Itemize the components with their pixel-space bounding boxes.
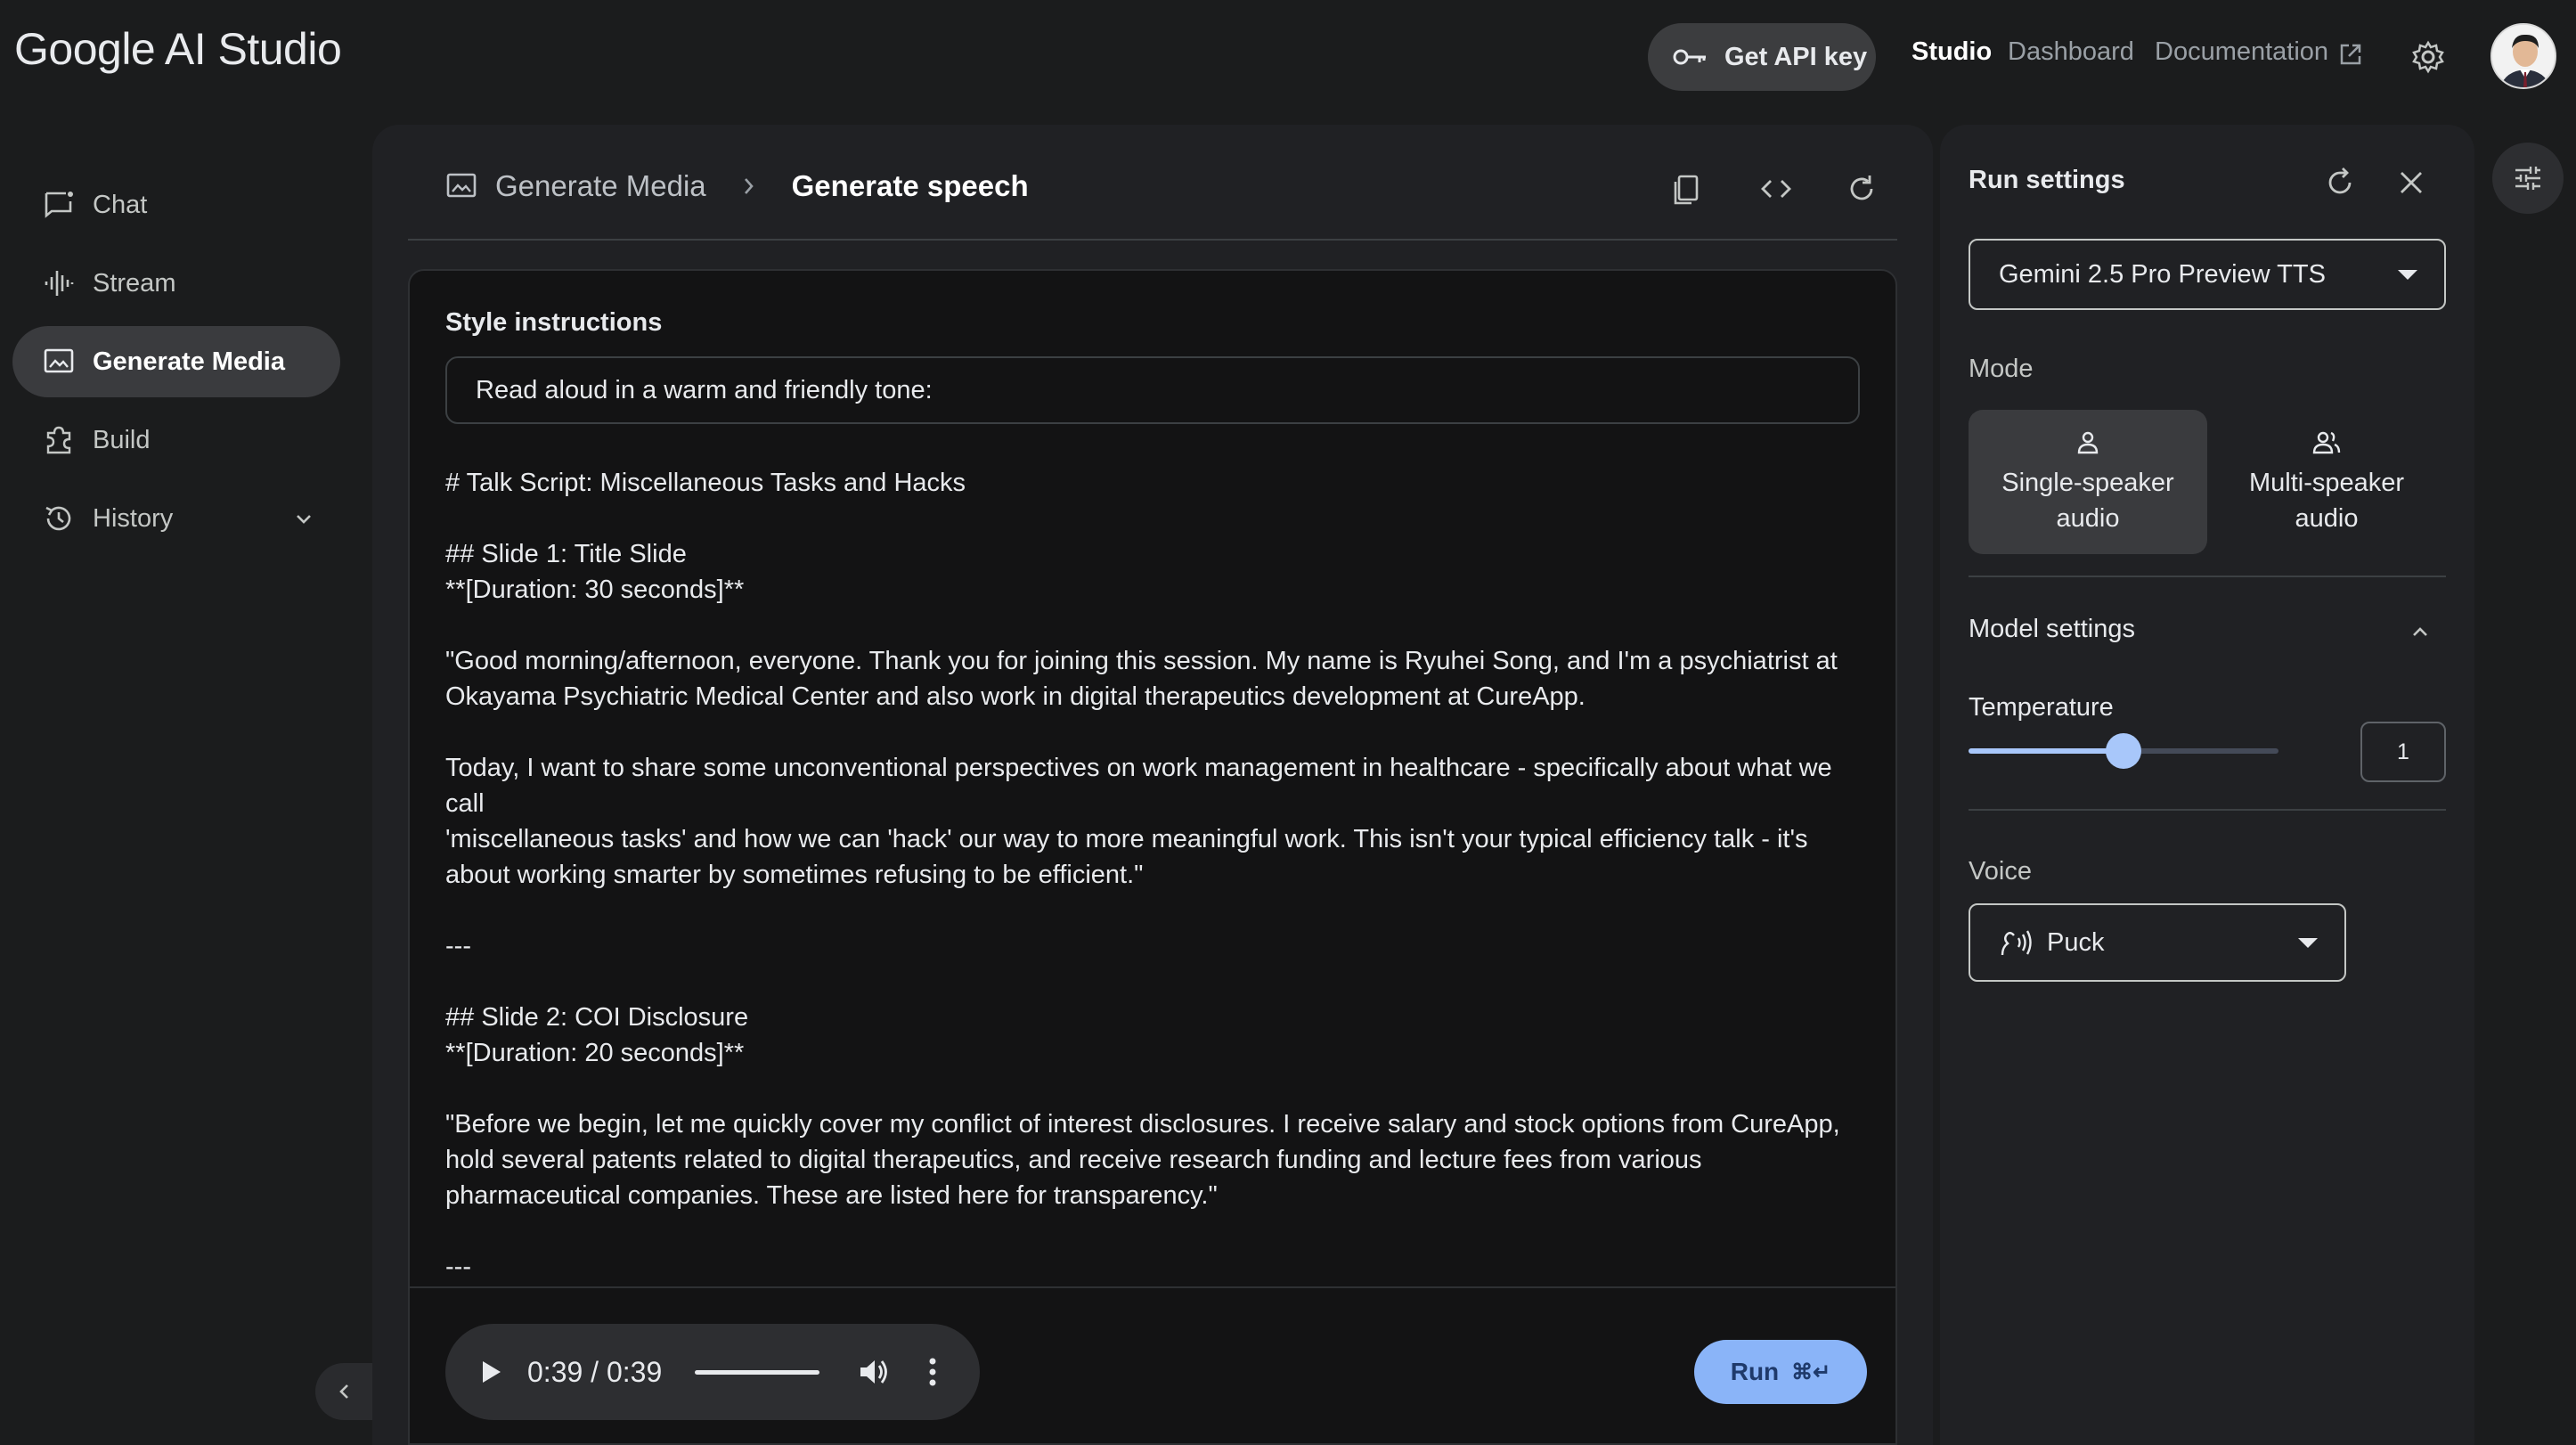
- person-icon: [2077, 431, 2099, 454]
- nav-studio[interactable]: Studio: [1912, 37, 1992, 67]
- caret-down-icon: [2398, 270, 2417, 280]
- close-icon[interactable]: [2394, 166, 2428, 200]
- history-icon: [45, 506, 71, 531]
- voice-select-value: Puck: [2047, 927, 2105, 957]
- run-settings-panel: [1940, 125, 2474, 1445]
- run-button[interactable]: Run ⌘↵: [1694, 1340, 1867, 1404]
- style-instructions-input[interactable]: [445, 356, 1860, 424]
- volume-icon[interactable]: [859, 1358, 889, 1386]
- model-select[interactable]: Gemini 2.5 Pro Preview TTS: [1969, 239, 2446, 310]
- temperature-input[interactable]: 1: [2360, 722, 2446, 782]
- puzzle-icon: [46, 426, 71, 454]
- toggle-settings-button[interactable]: [2492, 143, 2564, 214]
- sidebar-item-label: Stream: [93, 268, 176, 298]
- image-icon: [44, 348, 74, 373]
- sidebar-item-label: History: [93, 503, 174, 533]
- player-progress[interactable]: [695, 1370, 819, 1375]
- avatar-image: [2492, 25, 2555, 87]
- settings-divider: [1969, 576, 2446, 577]
- more-options-icon[interactable]: [928, 1356, 937, 1388]
- copy-icon[interactable]: [1669, 171, 1705, 207]
- settings-divider: [1969, 809, 2446, 811]
- multi-speaker-label: Multi-speaker audio: [2248, 469, 2405, 533]
- breadcrumb-generate-media[interactable]: Generate Media: [495, 169, 706, 203]
- chat-icon: [45, 192, 73, 218]
- user-avatar[interactable]: [2490, 23, 2556, 89]
- code-icon[interactable]: [1758, 171, 1794, 207]
- caret-down-icon: [2298, 938, 2318, 948]
- single-speaker-label: Single-speaker audio: [2001, 469, 2174, 533]
- top-bar: Google AI Studio Get API key Studio Dash…: [0, 0, 2576, 116]
- script-textarea[interactable]: # Talk Script: Miscellaneous Tasks and H…: [445, 465, 1871, 1285]
- sidebar-item-chat[interactable]: Chat: [12, 169, 340, 241]
- multi-speaker-button[interactable]: Multi-speaker audio: [2207, 410, 2446, 554]
- get-api-key-label: Get API key: [1724, 42, 1868, 71]
- temperature-label: Temperature: [1969, 693, 2114, 722]
- play-icon[interactable]: [479, 1359, 502, 1384]
- single-speaker-button[interactable]: Single-speaker audio: [1969, 410, 2207, 554]
- settings-gear-icon[interactable]: [2410, 39, 2446, 75]
- sidebar-item-history[interactable]: History: [12, 483, 340, 554]
- sidebar-item-label: Chat: [93, 190, 148, 219]
- refresh-icon[interactable]: [1844, 171, 1879, 207]
- external-link-icon: [2340, 44, 2361, 65]
- nav-dashboard[interactable]: Dashboard: [2008, 37, 2134, 67]
- sidebar-item-label: Build: [93, 425, 151, 454]
- reset-settings-icon[interactable]: [2323, 166, 2357, 200]
- chevron-right-icon: [744, 178, 754, 194]
- chevron-up-icon[interactable]: [2409, 620, 2432, 643]
- collapse-sidebar-button[interactable]: [315, 1363, 374, 1420]
- voice-icon: [2001, 930, 2032, 956]
- sidebar-item-label: Generate Media: [93, 347, 285, 376]
- chevron-left-icon: [339, 1384, 348, 1399]
- app-logo[interactable]: Google AI Studio: [14, 23, 342, 75]
- breadcrumb: Generate Media Generate speech: [445, 169, 1029, 203]
- style-instructions-label: Style instructions: [445, 308, 663, 337]
- run-settings-title: Run settings: [1969, 166, 2125, 194]
- editor-footer-divider: [410, 1286, 1895, 1288]
- sidebar-item-stream[interactable]: Stream: [12, 248, 340, 319]
- waveform-icon: [45, 271, 74, 296]
- temperature-slider-fill: [1969, 748, 2124, 754]
- page-title: Generate speech: [791, 169, 1029, 202]
- sidebar-item-generate-media[interactable]: Generate Media: [12, 326, 340, 397]
- temperature-slider-thumb[interactable]: [2106, 733, 2141, 769]
- voice-label: Voice: [1969, 857, 2032, 886]
- run-label: Run: [1730, 1358, 1780, 1385]
- model-settings-label[interactable]: Model settings: [1969, 615, 2135, 644]
- chevron-down-icon[interactable]: [292, 508, 315, 531]
- model-select-value: Gemini 2.5 Pro Preview TTS: [1999, 259, 2326, 289]
- people-icon: [2312, 431, 2341, 454]
- audio-player: 0:39 / 0:39: [445, 1324, 980, 1420]
- run-shortcut: ⌘↵: [1791, 1359, 1831, 1384]
- mode-label: Mode: [1969, 355, 2034, 383]
- header-divider: [408, 239, 1897, 241]
- get-api-key-button[interactable]: Get API key: [1648, 23, 1876, 91]
- sidebar-item-build[interactable]: Build: [12, 404, 340, 476]
- player-time: 0:39 / 0:39: [527, 1356, 663, 1388]
- nav-documentation[interactable]: Documentation: [2155, 37, 2328, 67]
- voice-select[interactable]: Puck: [1969, 903, 2346, 982]
- key-icon: [1673, 49, 1706, 65]
- tune-icon: [2515, 167, 2540, 190]
- image-icon: [446, 173, 477, 198]
